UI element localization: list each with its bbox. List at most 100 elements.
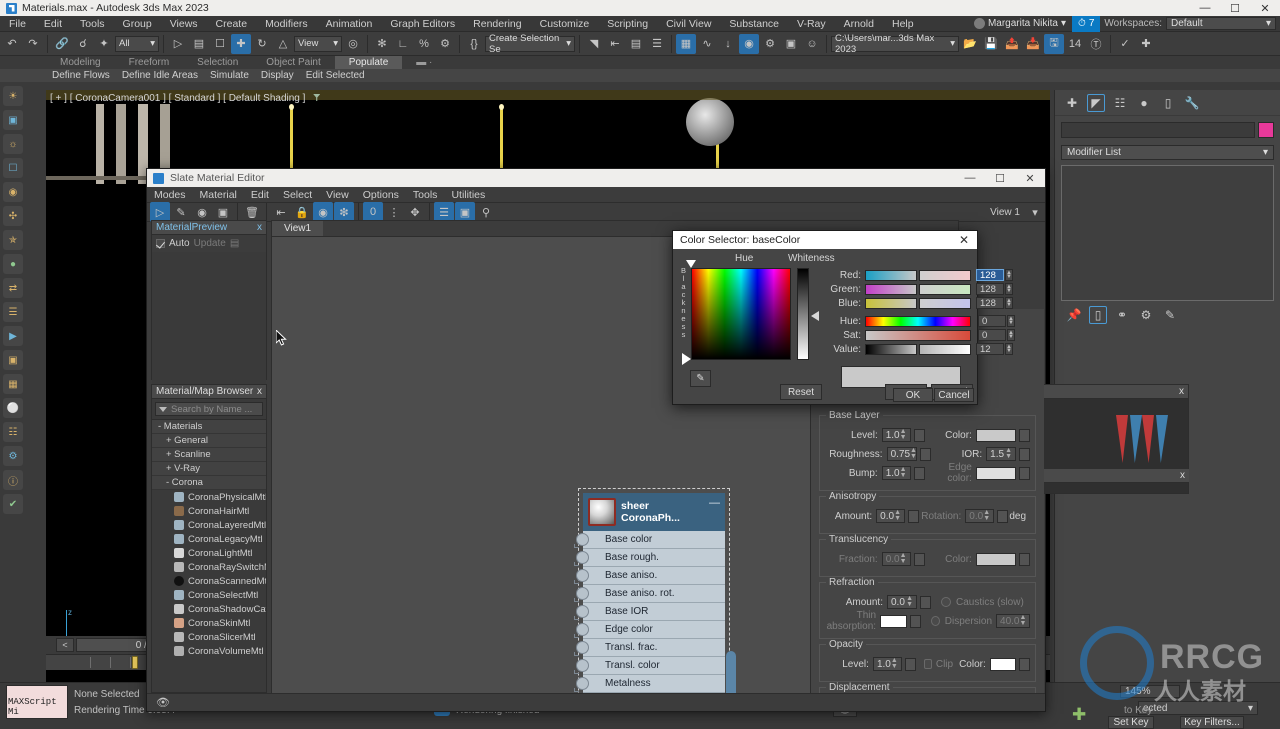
translucency-fraction-map-button[interactable] xyxy=(913,552,925,566)
list-item[interactable]: CoronaSelectMtl xyxy=(152,588,266,602)
refraction-amount-spinner[interactable]: 0.0 ▲ ▼ xyxy=(887,595,917,609)
translucency-fraction-spinner[interactable]: 0.0 ▲ ▼ xyxy=(881,552,911,566)
roughness-spinner[interactable]: 0.75 ▲ ▼ xyxy=(886,447,917,461)
list-item[interactable]: CoronaVolumeMtl xyxy=(152,644,266,658)
opacity-level-spinner[interactable]: 1.0 ▲ ▼ xyxy=(872,657,902,671)
green-spinner[interactable]: ▲ ▼ xyxy=(1005,283,1013,295)
menu-tools[interactable]: Tools xyxy=(71,16,114,32)
version-badge-icon[interactable]: 14 xyxy=(1065,34,1085,54)
remove-modifier-icon[interactable]: ⚙ xyxy=(1137,306,1155,324)
minimize-button[interactable]: — xyxy=(1190,0,1220,16)
roughness-map-button[interactable] xyxy=(919,447,931,461)
browser-search-row[interactable]: Search by Name ... xyxy=(155,402,263,416)
clip-checkbox[interactable] xyxy=(923,659,932,669)
menu-help[interactable]: Help xyxy=(883,16,923,32)
motion-tab-icon[interactable]: ● xyxy=(1135,94,1153,112)
node-slot-metalness[interactable]: Metalness xyxy=(574,675,725,693)
tool-sun-icon[interactable]: ✯ xyxy=(3,230,23,250)
spinner-arrows-icon[interactable]: ▲▼ xyxy=(891,657,898,670)
add-icon[interactable]: ✚ xyxy=(1136,34,1156,54)
sme-lock-icon[interactable]: 🔒 xyxy=(292,202,312,222)
bump-map-button[interactable] xyxy=(913,466,925,480)
rendered-frame-window-icon[interactable]: ▣ xyxy=(781,34,801,54)
show-end-result-icon[interactable]: ▯ xyxy=(1089,306,1107,324)
refraction-amount-map-button[interactable] xyxy=(920,595,931,609)
maxscript-mini-listener[interactable]: MAXScript Mi xyxy=(6,685,68,719)
caustics-checkbox[interactable] xyxy=(941,597,951,607)
opacity-color-swatch[interactable] xyxy=(989,657,1016,671)
make-unique-icon[interactable]: ⚭ xyxy=(1113,306,1131,324)
red-input[interactable]: 128 xyxy=(976,269,1004,281)
level-spinner[interactable]: 1.0 ▲ ▼ xyxy=(881,428,911,442)
schematic-view-icon[interactable]: ↓ xyxy=(718,34,738,54)
curve-editor-icon[interactable]: ∿ xyxy=(697,34,717,54)
blue-spinner[interactable]: ▲ ▼ xyxy=(1005,297,1013,309)
render-production-icon[interactable]: ☺ xyxy=(802,34,822,54)
node-slot-base-aniso-rot[interactable]: Base aniso. rot. xyxy=(574,585,725,603)
sme-menu-edit[interactable]: Edit xyxy=(244,187,276,203)
node-minimize-icon[interactable]: — xyxy=(709,497,720,509)
object-color-swatch[interactable] xyxy=(1258,122,1274,138)
sme-move-children-icon[interactable]: ⇤ xyxy=(271,202,291,222)
level-map-button[interactable] xyxy=(913,428,925,442)
sme-menu-tools[interactable]: Tools xyxy=(406,187,445,203)
sme-select-by-material-icon[interactable]: ⚲ xyxy=(476,202,496,222)
export-icon[interactable]: 📥 xyxy=(1023,34,1043,54)
dispersion-checkbox[interactable] xyxy=(930,616,940,626)
quick-save-icon[interactable]: 🖫 xyxy=(1044,33,1064,54)
ior-spinner[interactable]: 1.5 ▲ ▼ xyxy=(986,447,1016,461)
user-account[interactable]: Margarita Nikita ▾ xyxy=(968,18,1072,29)
preview-options-icon[interactable]: ▤ xyxy=(230,238,239,249)
red-slider-2[interactable] xyxy=(919,269,971,281)
pin-stack-icon[interactable]: 📌 xyxy=(1065,306,1083,324)
tool-check-icon[interactable]: ✔ xyxy=(3,494,23,514)
snap-toggle-icon[interactable]: ✻ xyxy=(372,34,392,54)
material-node-sheer[interactable]: sheer CoronaPh... — Base color Base roug… xyxy=(574,488,730,708)
tree-group-materials[interactable]: - Materials xyxy=(152,420,266,434)
maximize-button[interactable]: ☐ xyxy=(1220,0,1250,16)
sme-menu-modes[interactable]: Modes xyxy=(147,187,193,203)
list-item[interactable]: CoronaLegacyMtl xyxy=(152,532,266,546)
create-selection-set-combo[interactable]: Create Selection Se ▾ xyxy=(485,33,575,55)
workspace-select[interactable]: Default ▾ xyxy=(1166,17,1276,30)
menu-create[interactable]: Create xyxy=(207,16,257,32)
node-slot-base-ior[interactable]: Base IOR xyxy=(574,603,725,621)
node-slot-base-rough[interactable]: Base rough. xyxy=(574,549,725,567)
menu-edit[interactable]: Edit xyxy=(35,16,71,32)
sme-parameter-editor-icon[interactable]: ☰ xyxy=(434,202,454,222)
tool-proxy-icon[interactable]: ◉ xyxy=(3,182,23,202)
menu-arnold[interactable]: Arnold xyxy=(835,16,883,32)
spinner-arrows-icon[interactable]: ▲▼ xyxy=(910,447,917,460)
hue-spinner[interactable]: ▲ ▼ xyxy=(1007,315,1015,327)
sme-maximize-button[interactable]: ☐ xyxy=(985,169,1015,187)
toggle-ribbon-icon[interactable]: ▦ xyxy=(676,33,696,54)
blue-slider[interactable] xyxy=(865,297,917,309)
select-and-move-icon[interactable]: ✚ xyxy=(231,33,251,54)
scene-explorer-icon[interactable]: ☰ xyxy=(647,34,667,54)
list-item[interactable]: CoronaSkinMtl xyxy=(152,616,266,630)
angle-snap-icon[interactable]: ∟ xyxy=(393,34,413,54)
hue-slider[interactable] xyxy=(865,315,971,327)
sme-menu-select[interactable]: Select xyxy=(276,187,319,203)
tool-scatter-icon[interactable]: ✣ xyxy=(3,206,23,226)
redo-icon[interactable]: ↷ xyxy=(23,34,43,54)
chevron-down-icon[interactable]: ▾ xyxy=(1025,202,1045,222)
sme-menu-view[interactable]: View xyxy=(319,187,356,203)
spinner-arrows-icon[interactable]: ▲▼ xyxy=(894,509,901,522)
edge-color-map-button[interactable] xyxy=(1019,466,1030,480)
list-item[interactable]: CoronaSlicerMtl xyxy=(152,630,266,644)
hue-marker-top-icon[interactable] xyxy=(686,260,696,268)
search-input[interactable]: Search by Name ... xyxy=(171,404,252,415)
reference-coordinate-combo[interactable]: View ▾ xyxy=(294,35,342,52)
spinner-snap-icon[interactable]: ⚙ xyxy=(435,34,455,54)
sme-menu-material[interactable]: Material xyxy=(193,187,244,203)
close-icon[interactable]: x xyxy=(257,386,262,397)
list-item[interactable]: CoronaShadowCatc... xyxy=(152,602,266,616)
modify-tab-icon[interactable]: ◤ xyxy=(1087,93,1105,112)
translucency-color-map-button[interactable] xyxy=(1019,552,1030,566)
percent-snap-icon[interactable]: % xyxy=(414,34,434,54)
time-prev-button[interactable]: < xyxy=(56,638,74,652)
tool-white-icon[interactable]: ⚪ xyxy=(3,398,23,418)
sme-menu-options[interactable]: Options xyxy=(356,187,406,203)
sme-show-map-icon[interactable]: ❇ xyxy=(334,202,354,222)
